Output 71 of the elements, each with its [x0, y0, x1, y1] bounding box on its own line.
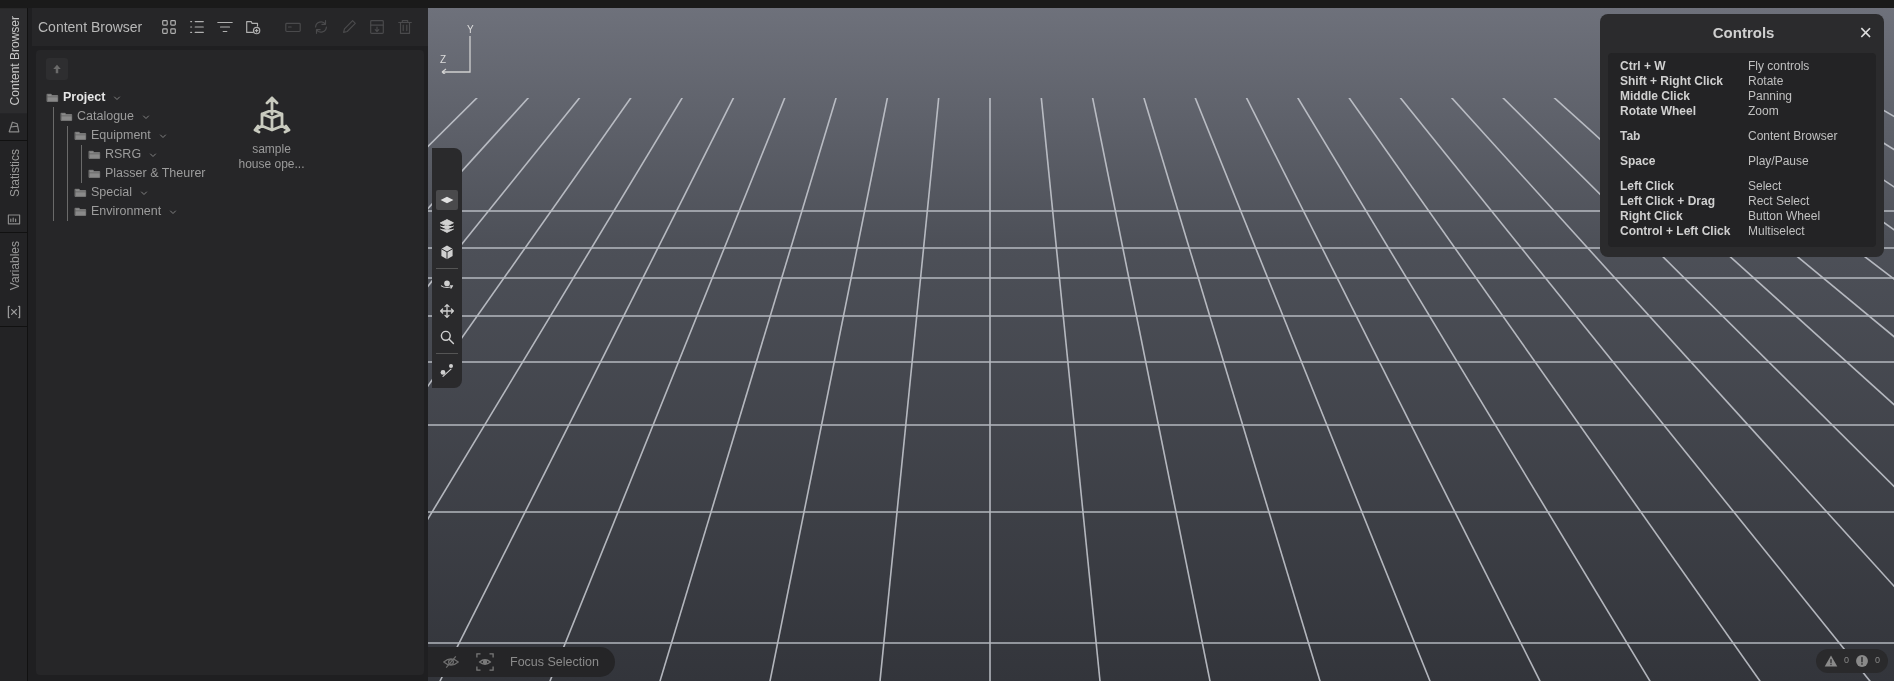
warning-icon	[1823, 654, 1838, 668]
shortcut-action: Zoom	[1748, 103, 1779, 119]
shortcut-action: Select	[1748, 178, 1782, 194]
grid-icon	[160, 18, 179, 36]
folder-add-button[interactable]	[244, 18, 263, 36]
count-label: 0	[1875, 654, 1880, 668]
focus-button[interactable]	[476, 653, 494, 671]
plane-tool[interactable]	[436, 190, 458, 210]
focus-selection-label: Focus Selection	[510, 653, 599, 671]
list-button[interactable]	[188, 18, 207, 36]
shortcut-key: Left Click	[1620, 178, 1748, 194]
tree-item[interactable]: Catalogue	[60, 107, 206, 126]
count-label: 0	[1843, 654, 1849, 668]
up-button[interactable]	[46, 58, 68, 80]
close-button[interactable]: ×	[1855, 23, 1876, 44]
folder-icon	[88, 148, 101, 161]
shortcut-action: Multiselect	[1748, 223, 1805, 239]
tree-item[interactable]: Equipment	[74, 126, 206, 145]
search-icon	[439, 329, 455, 345]
focus-icon	[476, 653, 494, 671]
tree-item[interactable]: Project	[46, 88, 206, 107]
eye-slash-icon	[442, 654, 460, 670]
tree-item[interactable]: RSRG	[88, 145, 206, 164]
shortcut-key: Left Click + Drag	[1620, 193, 1748, 209]
alert-icon	[1855, 654, 1869, 668]
list-icon	[188, 18, 207, 36]
trash-icon	[396, 18, 415, 36]
shortcut-key: Tab	[1620, 128, 1748, 144]
grid-button[interactable]	[160, 18, 179, 36]
shortcut-action: Fly controls	[1748, 58, 1810, 74]
panel-title: Content Browser	[38, 17, 143, 37]
shortcut-action: Button Wheel	[1748, 208, 1821, 224]
tree-item[interactable]: Environment	[74, 202, 206, 221]
shortcut-key: Ctrl + W	[1620, 58, 1748, 74]
shortcut-action: Play/Pause	[1748, 153, 1809, 169]
folder-add-icon	[244, 18, 263, 36]
cube-icon	[439, 244, 455, 260]
shortcut-key: Shift + Right Click	[1620, 73, 1748, 89]
folder-icon	[60, 110, 73, 123]
axis-label: Y	[467, 23, 474, 37]
side-tab[interactable]: Statistics	[0, 141, 27, 206]
tree-item[interactable]: Special	[74, 183, 206, 202]
layers-icon	[439, 218, 455, 234]
folder-icon	[88, 167, 101, 180]
shortcut-key: Right Click	[1620, 208, 1748, 224]
route-icon	[439, 362, 455, 378]
shortcut-action: Rotate	[1748, 73, 1784, 89]
shortcut-key: Rotate Wheel	[1620, 103, 1748, 119]
shortcut-key: Space	[1620, 153, 1748, 169]
folder-icon	[74, 129, 87, 142]
folder-icon	[74, 186, 87, 199]
hide-button[interactable]	[442, 654, 460, 670]
box-icon	[368, 18, 387, 36]
asset-label[interactable]: sample house ope...	[235, 142, 308, 172]
shortcut-action: Content Browser	[1748, 128, 1838, 144]
side-tab[interactable]: Content Browser	[0, 8, 27, 114]
shortcut-action: Panning	[1748, 88, 1793, 104]
tree-item[interactable]: Plasser & Theurer	[88, 164, 206, 183]
shortcut-key: Control + Left Click	[1620, 223, 1748, 239]
side-tab[interactable]: Variables	[0, 233, 27, 299]
folder-icon	[46, 91, 59, 104]
axis-label: Z	[440, 53, 447, 67]
shortcut-key: Middle Click	[1620, 88, 1748, 104]
shortcut-action: Rect Select	[1748, 193, 1810, 209]
pencil-icon	[340, 18, 359, 36]
panel-title: Controls	[1711, 23, 1776, 43]
move-icon	[439, 303, 455, 319]
cube-icon	[251, 96, 292, 136]
folder-icon	[74, 205, 87, 218]
arrow-up-icon	[52, 63, 62, 75]
variable-icon[interactable]	[6, 304, 22, 321]
